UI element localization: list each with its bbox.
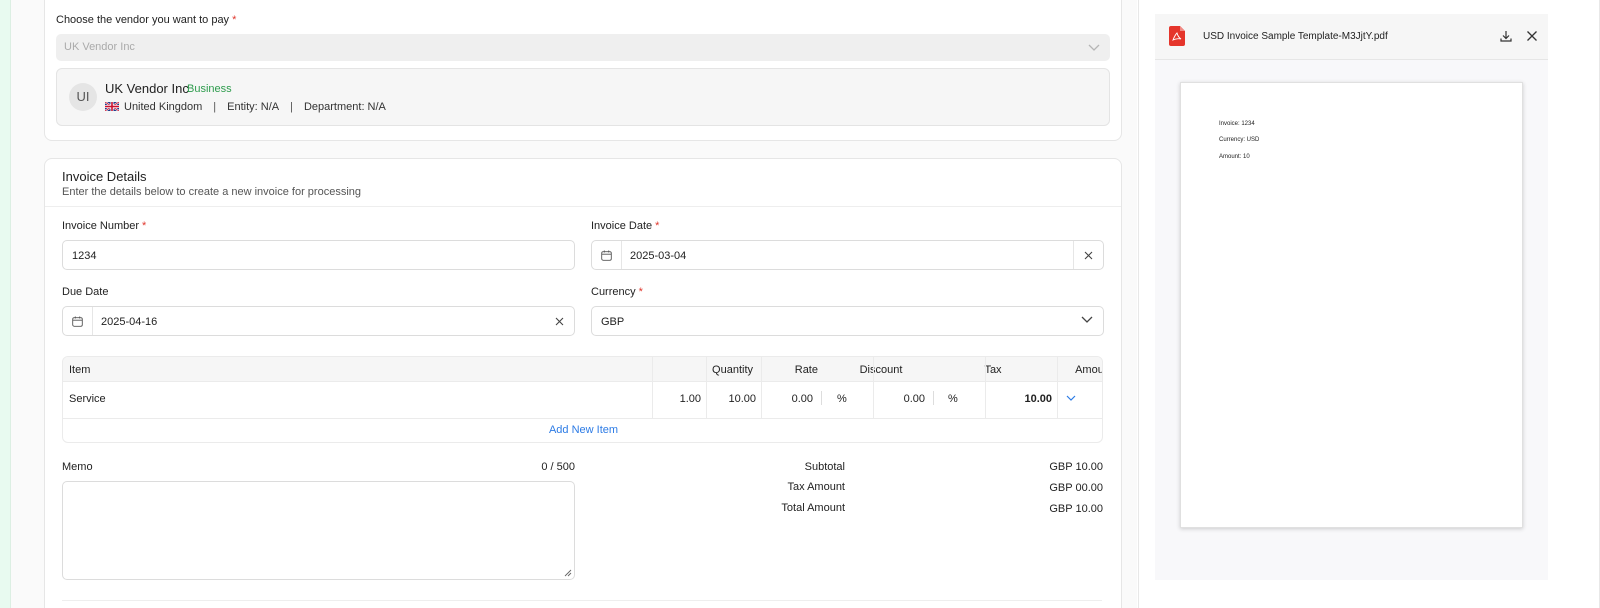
tax-amount-value: GBP 00.00: [1049, 482, 1103, 494]
subtotal-label: Subtotal: [804, 461, 845, 473]
memo-char-counter: 0 / 500: [541, 461, 575, 473]
rate-cell[interactable]: 10.00: [707, 393, 756, 405]
chevron-down-icon: [1081, 315, 1093, 327]
section-divider: [45, 206, 1121, 207]
quantity-cell[interactable]: 1.00: [653, 393, 701, 405]
vendor-meta: United Kingdom | Entity: N/A | Department: N…: [105, 101, 386, 113]
tax-amount-label: Tax Amount: [787, 481, 845, 493]
chevron-down-icon: [1088, 41, 1100, 55]
vendor-country: United Kingdom: [124, 101, 203, 113]
tax-cell[interactable]: 0.00: [875, 393, 925, 405]
resize-handle-icon[interactable]: [564, 569, 572, 577]
pdf-text-line: Amount: 10: [1219, 154, 1250, 160]
clear-date-icon[interactable]: [544, 307, 574, 335]
memo-label: Memo: [62, 461, 93, 473]
col-rate: Rate: [794, 364, 818, 376]
discount-cell[interactable]: 0.00: [763, 393, 813, 405]
tax-unit[interactable]: %: [948, 393, 958, 405]
items-table: Item Quantity Rate Discount Tax Amount S…: [62, 356, 1103, 443]
vendor-select-value: UK Vendor Inc: [64, 41, 135, 53]
invoice-details-subtitle: Enter the details below to create a new …: [62, 186, 361, 198]
discount-unit[interactable]: %: [837, 393, 847, 405]
vendor-summary: UI UK Vendor Inc Business United Kingdom…: [56, 68, 1110, 126]
due-date-picker[interactable]: 2025-04-16: [62, 306, 575, 336]
currency-select[interactable]: GBP: [591, 306, 1104, 336]
invoice-date-picker[interactable]: 2025-03-04: [591, 240, 1104, 270]
calendar-icon[interactable]: [63, 307, 93, 335]
vendor-entity: Entity: N/A: [227, 101, 280, 113]
col-discount: Discount: [859, 364, 903, 376]
file-header-bar: USD Invoice Sample Template-M3JjtY.pdf: [1155, 14, 1548, 60]
memo-textarea[interactable]: [62, 481, 575, 580]
vendor-select[interactable]: UK Vendor Inc: [56, 34, 1110, 61]
expand-row-icon[interactable]: [1066, 393, 1076, 405]
vendor-department: Department: N/A: [303, 101, 386, 113]
total-amount-value: GBP 10.00: [1049, 503, 1103, 515]
pdf-page[interactable]: Invoice: 1234 Currency: USD Amount: 10: [1180, 82, 1523, 528]
pdf-text-line: Invoice: 1234: [1219, 121, 1255, 127]
vendor-type-badge: Business: [187, 83, 232, 95]
clear-date-icon[interactable]: [1073, 241, 1103, 269]
invoice-date-label: Invoice Date *: [591, 220, 660, 232]
invoice-number-input[interactable]: 1234: [62, 240, 575, 270]
subtotal-value: GBP 10.00: [1049, 461, 1103, 473]
file-name: USD Invoice Sample Template-M3JjtY.pdf: [1203, 31, 1388, 42]
left-accent-strip: [0, 0, 11, 608]
item-name-cell[interactable]: Service: [69, 393, 106, 405]
add-new-item-link[interactable]: Add New Item: [63, 424, 1102, 436]
vendor-avatar: UI: [69, 83, 97, 111]
invoice-number-label: Invoice Number *: [62, 220, 147, 232]
invoice-details-title: Invoice Details: [62, 169, 147, 184]
download-icon[interactable]: [1499, 29, 1513, 43]
pdf-file-icon: [1169, 26, 1185, 46]
uk-flag-icon: [105, 102, 119, 111]
pdf-text-line: Currency: USD: [1219, 137, 1260, 143]
close-icon[interactable]: [1525, 29, 1539, 43]
vendor-prompt-label: Choose the vendor you want to pay *: [56, 14, 237, 26]
vendor-name: UK Vendor Inc: [105, 81, 189, 96]
amount-cell: 10.00: [1024, 393, 1052, 405]
col-item: Item: [69, 364, 91, 376]
due-date-label: Due Date: [62, 286, 109, 298]
col-tax: Tax: [984, 364, 1002, 376]
calendar-icon[interactable]: [592, 241, 622, 269]
total-amount-label: Total Amount: [781, 502, 845, 514]
card-divider: [62, 600, 1102, 601]
currency-label: Currency *: [591, 286, 643, 298]
